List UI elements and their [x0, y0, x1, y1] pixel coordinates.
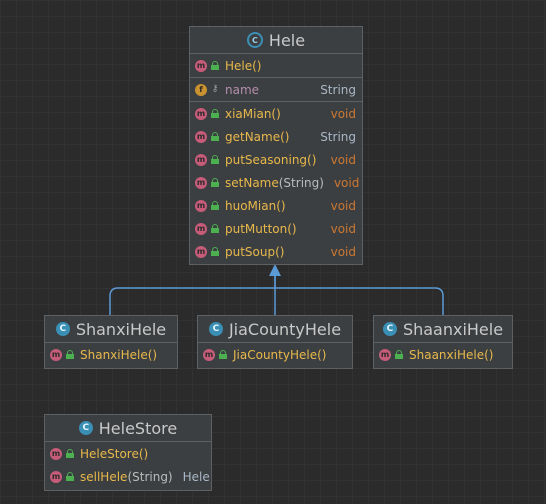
class-title: ShaanxiHele [402, 319, 504, 339]
method-icon: m [50, 470, 62, 483]
method-return-type: Hele [182, 469, 210, 484]
public-lock-icon [66, 350, 74, 359]
method-icon: m [195, 199, 207, 212]
method-return-type: void [333, 175, 360, 190]
constructor-row[interactable]: m HeleStore() [45, 442, 211, 465]
method-name: getName() [225, 129, 290, 144]
class-jiacounty-hele[interactable]: C JiaCountyHele m JiaCountyHele() [197, 315, 353, 369]
method-param: (String) [278, 175, 324, 190]
class-hele-store[interactable]: C HeleStore m HeleStore() m sellHele (St… [44, 414, 212, 491]
method-icon: m [195, 130, 207, 143]
private-key-icon: ⚷ [211, 84, 219, 94]
class-hele-header: C Hele [190, 27, 362, 54]
method-name: putSeasoning() [225, 152, 317, 167]
method-name: putSoup() [225, 244, 285, 259]
class-header: C ShanxiHele [45, 316, 177, 343]
method-param: (String) [127, 469, 173, 484]
constructor-row[interactable]: m ShanxiHele() [45, 343, 177, 366]
class-icon: C [55, 322, 70, 336]
inheritance-arrowhead [269, 264, 281, 276]
class-title: JiaCountyHele [228, 319, 342, 339]
method-icon: m [195, 107, 207, 120]
method-return-type: void [330, 198, 356, 213]
class-shanxi-hele[interactable]: C ShanxiHele m ShanxiHele() [44, 315, 178, 369]
class-icon: C [208, 322, 223, 336]
method-icon: m [195, 59, 207, 72]
constructors-section: m Hele() [190, 54, 362, 78]
constructor-name: Hele() [225, 58, 262, 73]
field-row[interactable]: f ⚷ name String [190, 78, 362, 101]
method-row[interactable]: m huoMian() void [190, 194, 362, 217]
public-lock-icon [66, 472, 74, 481]
method-row[interactable]: m getName() String [190, 125, 362, 148]
public-lock-icon [66, 449, 74, 458]
class-icon: C [382, 322, 397, 336]
class-hele[interactable]: C Hele m Hele() f ⚷ name String m xiaMian… [189, 26, 363, 265]
field-name: name [225, 82, 260, 97]
constructor-name: ShanxiHele() [80, 347, 158, 362]
edge-shanxi-to-hele [109, 274, 276, 315]
method-return-type: void [330, 244, 356, 259]
public-lock-icon [211, 61, 219, 70]
method-icon: m [195, 245, 207, 258]
method-name: huoMian() [225, 198, 286, 213]
methods-section: m xiaMian() void m getName() String m putSeas… [190, 102, 362, 263]
class-title: ShanxiHele [75, 319, 167, 339]
class-shaanxi-hele[interactable]: C ShaanxiHele m ShaanxiHele() [373, 315, 513, 369]
method-row[interactable]: m putSoup() void [190, 240, 362, 263]
public-lock-icon [211, 224, 219, 233]
public-lock-icon [211, 109, 219, 118]
method-row[interactable]: m sellHele (String) Hele [45, 465, 211, 488]
method-icon: m [195, 222, 207, 235]
constructor-name: ShaanxiHele() [409, 347, 494, 362]
public-lock-icon [211, 132, 219, 141]
class-header: C ShaanxiHele [374, 316, 512, 343]
constructor-name: HeleStore() [80, 446, 149, 461]
field-icon: f [195, 83, 207, 96]
method-row[interactable]: m setName (String) void [190, 171, 362, 194]
public-lock-icon [211, 178, 219, 187]
method-icon: m [203, 348, 215, 361]
method-name: xiaMian() [225, 106, 281, 121]
constructor-name: JiaCountyHele() [233, 347, 327, 362]
method-name: setName [225, 175, 279, 190]
public-lock-icon [211, 247, 219, 256]
method-name: putMutton() [225, 221, 297, 236]
abstract-class-icon: C [246, 32, 263, 48]
method-name: sellHele [80, 469, 128, 484]
public-lock-icon [211, 155, 219, 164]
public-lock-icon [219, 350, 227, 359]
method-row[interactable]: m putMutton() void [190, 217, 362, 240]
constructor-row[interactable]: m ShaanxiHele() [374, 343, 512, 366]
method-return-type: void [330, 221, 356, 236]
edge-shaanxi-to-hele [275, 287, 444, 315]
method-return-type: void [330, 152, 356, 167]
class-hele-title: Hele [268, 30, 306, 50]
method-return-type: String [320, 129, 356, 144]
field-type: String [320, 82, 356, 97]
constructor-row[interactable]: m JiaCountyHele() [198, 343, 352, 366]
class-title: HeleStore [98, 418, 178, 438]
method-icon: m [195, 153, 207, 166]
constructor-row[interactable]: m Hele() [190, 54, 362, 77]
method-icon: m [50, 447, 62, 460]
public-lock-icon [211, 201, 219, 210]
method-row[interactable]: m putSeasoning() void [190, 148, 362, 171]
method-icon: m [379, 348, 391, 361]
fields-section: f ⚷ name String [190, 78, 362, 102]
class-header: C HeleStore [45, 415, 211, 442]
method-icon: m [195, 176, 207, 189]
class-icon: C [78, 421, 93, 435]
class-header: C JiaCountyHele [198, 316, 352, 343]
method-return-type: void [330, 106, 356, 121]
public-lock-icon [395, 350, 403, 359]
method-icon: m [50, 348, 62, 361]
method-row[interactable]: m xiaMian() void [190, 102, 362, 125]
